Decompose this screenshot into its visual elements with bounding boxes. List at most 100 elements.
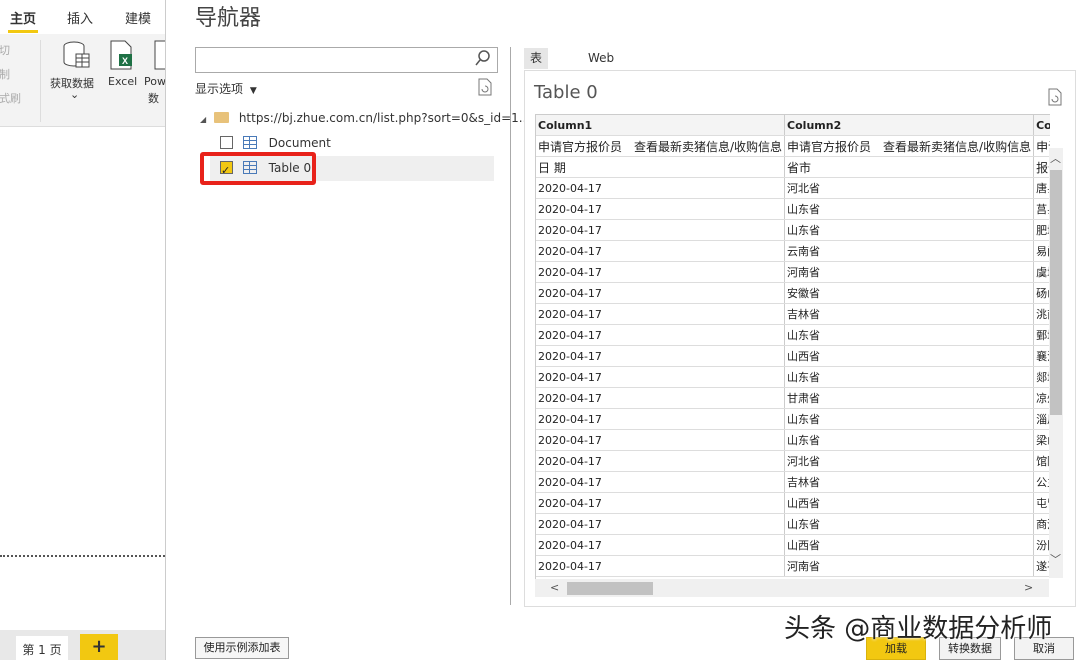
table-cell: 2020-04-17 — [536, 303, 786, 325]
vertical-scroll-thumb[interactable] — [1050, 170, 1062, 415]
horizontal-scroll-thumb[interactable] — [567, 582, 653, 595]
preview-refresh-icon[interactable] — [1047, 88, 1063, 106]
table-cell: 山西省 — [784, 345, 1035, 367]
table-row: 2020-04-17山东省商河县 — [536, 513, 1050, 535]
copy-button[interactable]: 复制 — [0, 66, 10, 82]
table-cell: 吉林省 — [784, 303, 1035, 325]
table-row: 2020-04-17山东省莒县 — [536, 198, 1050, 220]
power-bi-datasets-button[interactable]: Pow 数 — [144, 40, 165, 104]
table-row: 2020-04-17河南省遂平县 — [536, 555, 1050, 577]
add-table-using-examples-button[interactable]: 使用示例添加表 — [195, 637, 289, 659]
table-cell: 吉林省 — [784, 471, 1035, 493]
display-options-label: 显示选项 — [195, 82, 244, 96]
table-cell: 莒县 — [1033, 198, 1050, 220]
table-cell: 易门县 — [1033, 240, 1050, 262]
table-cell: 郯城县 — [1033, 366, 1050, 388]
table-cell: 商河县 — [1033, 513, 1050, 535]
table-cell: 凉州区 — [1033, 387, 1050, 409]
format-painter-button[interactable]: 格式刷 — [0, 90, 21, 106]
watermark: 头条 @商业数据分析师 — [784, 614, 1053, 644]
table-row: 申请官方报价员 查看最新卖猪信息/收购信息 申请官方报价员 查看最新卖猪信息/收购… — [536, 135, 1050, 157]
canvas-boundary — [0, 555, 165, 557]
table-row: 2020-04-17山东省肥城市 — [536, 219, 1050, 241]
table-cell: 汾阳市 — [1033, 534, 1050, 556]
tab-modeling[interactable]: 建模 — [125, 8, 151, 27]
table-row: 2020-04-17河北省唐县 — [536, 177, 1050, 199]
table-cell: 2020-04-17 — [536, 282, 786, 304]
table-cell: 甘肃省 — [784, 387, 1035, 409]
table-cell: 2020-04-17 — [536, 471, 786, 493]
table-cell: 鄄城县 — [1033, 324, 1050, 346]
tab-web-view[interactable]: Web 视图 — [582, 48, 620, 86]
dataset-icon — [154, 40, 165, 70]
table-row: 2020-04-17安徽省砀山县 — [536, 282, 1050, 304]
pane-divider — [510, 47, 511, 605]
table-cell: 省市 — [784, 156, 1035, 178]
column-header[interactable]: Column2 — [784, 115, 1035, 136]
table-cell: 申请官方报价员 查看最新卖猪信息/收购信息 — [784, 135, 1035, 157]
chevron-down-icon: ▼ — [249, 86, 257, 96]
table-row: 2020-04-17山东省鄄城县 — [536, 324, 1050, 346]
table-cell: 山东省 — [784, 408, 1035, 430]
excel-label: Excel — [108, 75, 138, 88]
column-header[interactable]: Column3 — [1033, 115, 1050, 136]
table-cell: 唐县 — [1033, 177, 1050, 199]
table-cell: 2020-04-17 — [536, 387, 786, 409]
table-cell: 河北省 — [784, 177, 1035, 199]
tab-home[interactable]: 主页 — [10, 8, 36, 27]
table-cell: 2020-04-17 — [536, 513, 786, 535]
table-cell: 河南省 — [784, 555, 1035, 577]
scroll-right-icon[interactable]: > — [1024, 581, 1033, 594]
table-cell: 遂平县 — [1033, 555, 1050, 577]
scroll-left-icon[interactable]: < — [550, 581, 559, 594]
table-cell: 2020-04-17 — [536, 198, 786, 220]
table-cell: 申请官方报价员 查看最新卖猪信息/收购信息 — [536, 135, 786, 157]
table-cell: 河南省 — [784, 261, 1035, 283]
table-row: 2020-04-17山东省淄川区 — [536, 408, 1050, 430]
refresh-icon[interactable] — [477, 78, 493, 96]
search-icon[interactable] — [474, 49, 492, 67]
preview-grid: Column1 Column2 Column3 申请官方报价员 查看最新卖猪信息… — [535, 114, 1050, 579]
table-cell: 梁山县 — [1033, 429, 1050, 451]
table-cell: 肥城市 — [1033, 219, 1050, 241]
tree-source-node[interactable]: ◢ https://bj.zhue.com.cn/list.php?sort=0… — [200, 106, 530, 130]
add-page-button[interactable]: + — [80, 634, 118, 660]
expand-arrow-icon[interactable]: ◢ — [200, 115, 206, 124]
cut-button[interactable]: 剪切 — [0, 42, 10, 58]
tab-insert[interactable]: 插入 — [67, 8, 93, 27]
ribbon-separator — [40, 40, 41, 122]
table-cell: 襄汾县 — [1033, 345, 1050, 367]
table-row: 2020-04-17吉林省公主岭市 — [536, 471, 1050, 493]
table-cell: 山西省 — [784, 492, 1035, 514]
table-cell: 馆陶县 — [1033, 450, 1050, 472]
table-cell: 申请官方报价员 — [1033, 135, 1050, 157]
table-row: 2020-04-17甘肃省凉州区 — [536, 387, 1050, 409]
document-checkbox[interactable] — [220, 136, 233, 149]
table-row: 2020-04-17云南省易门县 — [536, 240, 1050, 262]
get-data-button[interactable]: 获取数据 ⌄ — [50, 40, 98, 104]
table-cell: 2020-04-17 — [536, 261, 786, 283]
page-tab-1[interactable]: 第 1 页 — [16, 636, 68, 660]
table-cell: 河北省 — [784, 450, 1035, 472]
tree-item-label: Document — [268, 136, 331, 150]
tab-table-view[interactable]: 表视图 — [524, 48, 549, 107]
power-label: Pow — [144, 75, 165, 88]
display-options-dropdown[interactable]: 显示选项 ▼ — [195, 80, 257, 97]
table-cell: 报价地点 — [1033, 156, 1050, 178]
excel-button[interactable]: X Excel — [106, 40, 138, 90]
excel-icon: X — [110, 40, 132, 70]
chevron-down-icon: ⌄ — [70, 88, 80, 101]
table-icon — [242, 136, 257, 149]
table-row: 2020-04-17山西省屯留县 — [536, 492, 1050, 514]
table-cell: 洮南市 — [1033, 303, 1050, 325]
table-row: 2020-04-17吉林省洮南市 — [536, 303, 1050, 325]
dialog-edge — [165, 0, 166, 660]
scroll-down-icon[interactable]: ﹀ — [1050, 551, 1061, 567]
table-cell: 山东省 — [784, 366, 1035, 388]
search-input[interactable] — [195, 47, 498, 73]
column-header[interactable]: Column1 — [536, 115, 786, 136]
scroll-up-icon[interactable]: ︿ — [1050, 150, 1061, 166]
table-cell: 2020-04-17 — [536, 345, 786, 367]
table-row: 2020-04-17山东省梁山县 — [536, 429, 1050, 451]
database-icon — [63, 41, 90, 68]
